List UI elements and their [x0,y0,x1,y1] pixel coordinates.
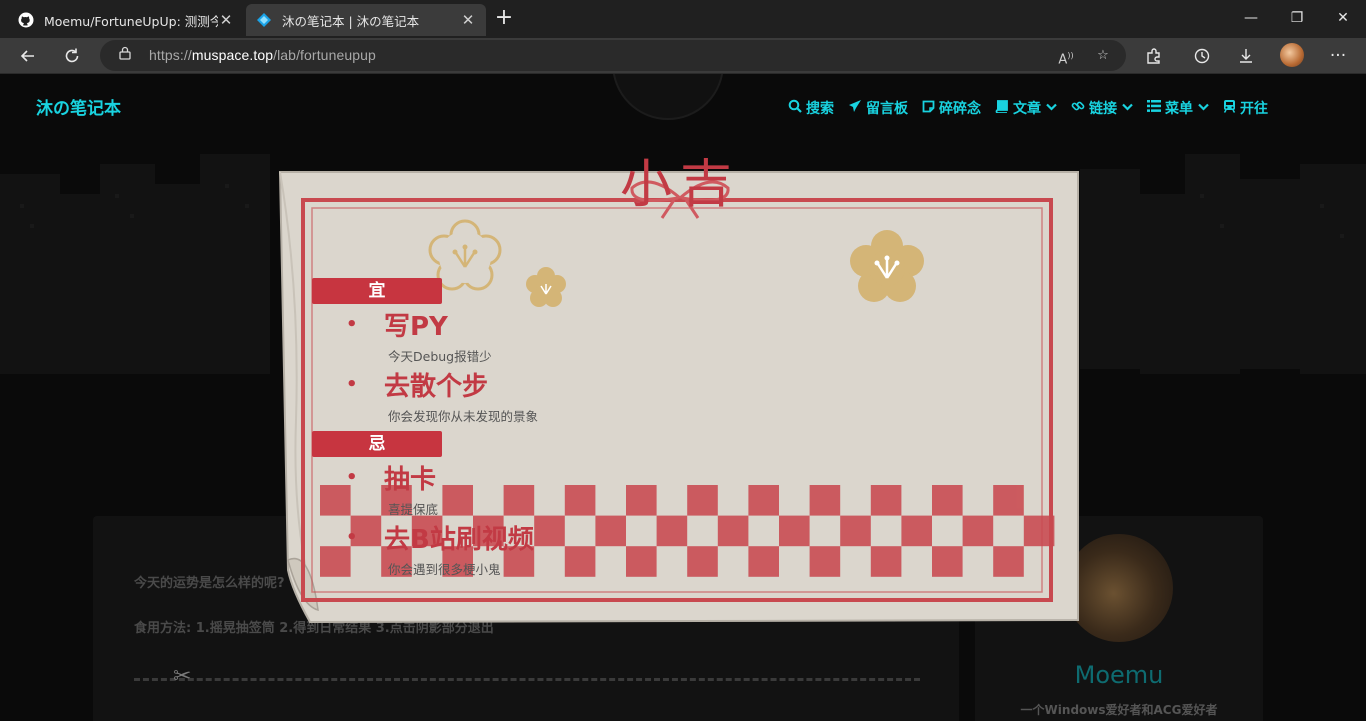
minimize-button[interactable]: — [1228,0,1274,38]
bullet-icon: • [346,314,358,335]
bullet-icon: • [346,467,358,488]
bullet-icon: • [346,527,358,548]
good-item-desc: 今天Debug报错少 [388,349,492,364]
good-item-title: 去散个步 [384,372,489,402]
chevron-down-icon [1122,103,1133,114]
checker-square [901,515,932,547]
tab-github[interactable]: Moemu/FortuneUpUp: 测测今天 ✕ [8,4,244,36]
tab-title: 沐の笔记本 | 沐の笔记本 [282,13,420,29]
checker-square [993,546,1024,577]
browser-toolbar: https://muspace.top/lab/fortuneupup A)) … [0,38,1366,74]
download-icon[interactable] [1232,42,1260,70]
refresh-button[interactable] [58,42,86,70]
checker-square [564,546,596,577]
new-tab-button[interactable]: + [494,7,514,30]
nav-label: 菜单 [1165,101,1193,117]
checker-square [320,546,351,577]
checker-square [442,485,473,516]
site-diamond-icon [256,12,272,28]
bad-item-desc: 你会遇到很多梗小鬼 [388,562,501,577]
checker-square [1023,515,1055,547]
history-icon[interactable] [1188,42,1216,70]
nav-travelling[interactable]: 开往 [1223,98,1268,118]
checker-square [687,485,718,516]
profile-bio: 一个Windows爱好者和ACG爱好者 [1020,703,1218,717]
close-tab-icon[interactable]: ✕ [460,12,476,28]
checker-square [809,485,841,516]
nav-menu[interactable]: 菜单 [1147,98,1209,118]
close-window-button[interactable]: ✕ [1320,0,1366,38]
checker-square [626,546,657,577]
good-header: 宜 [312,278,442,304]
read-aloud-icon[interactable]: A)) [1055,45,1077,67]
more-menu-icon[interactable]: ··· [1324,42,1352,70]
back-button[interactable] [14,42,42,70]
lock-icon[interactable] [116,46,134,64]
nav-label: 开往 [1240,101,1268,117]
checker-square [687,546,718,577]
chevron-down-icon [1198,103,1209,114]
bad-item-title: 抽卡 [384,465,437,495]
checker-square [534,515,565,547]
checker-square [564,485,596,516]
list-icon [1147,100,1161,116]
close-tab-icon[interactable]: ✕ [218,12,234,28]
checker-square [626,485,657,516]
bad-item-desc: 喜提保底 [388,502,439,517]
checker-square [748,485,779,516]
checker-square [870,485,902,516]
good-item-title: 写PY [384,312,448,342]
github-icon [18,12,34,28]
profile-name[interactable]: Moemu [975,661,1263,689]
url-text: https://muspace.top/lab/fortuneupup [149,47,376,63]
nav-label: 链接 [1089,101,1117,117]
tab-title: Moemu/FortuneUpUp: 测测今天 [44,13,218,29]
checker-square [779,515,810,547]
tab-muspace[interactable]: 沐の笔记本 | 沐の笔记本 ✕ [246,4,486,36]
checker-square [656,515,688,547]
cut-line [134,678,920,681]
profile-avatar-icon[interactable] [1280,43,1304,67]
checker-square [320,485,351,516]
fortune-result: 小吉 [619,155,740,215]
bad-header: 忌 [312,431,442,457]
bullet-icon: • [346,374,358,395]
checker-square [962,515,994,547]
checker-square [809,546,841,577]
checker-square [932,485,963,516]
checker-square [840,515,871,547]
checker-square [717,515,749,547]
checker-square [595,515,626,547]
checker-square [503,485,535,516]
intro-text: 今天的运势是怎么样的呢? [134,576,285,591]
add-favorite-icon[interactable]: ☆ [1092,45,1114,67]
site-title[interactable]: 沐の笔记本 [36,94,121,119]
checker-square [993,485,1024,516]
restore-button[interactable]: ❐ [1274,0,1320,38]
checker-square [932,546,963,577]
train-icon [1223,99,1236,117]
extensions-icon[interactable] [1140,42,1168,70]
address-bar[interactable]: https://muspace.top/lab/fortuneupup A)) … [100,40,1126,71]
checker-square [870,546,902,577]
checker-square [748,546,779,577]
good-item-desc: 你会发现你从未发现的景象 [388,409,539,424]
bad-item-title: 去B站刷视频 [384,525,534,555]
browser-tab-bar: Moemu/FortuneUpUp: 测测今天 ✕ 沐の笔记本 | 沐の笔记本 … [0,0,1366,38]
scissors-icon: ✂ [173,664,192,689]
